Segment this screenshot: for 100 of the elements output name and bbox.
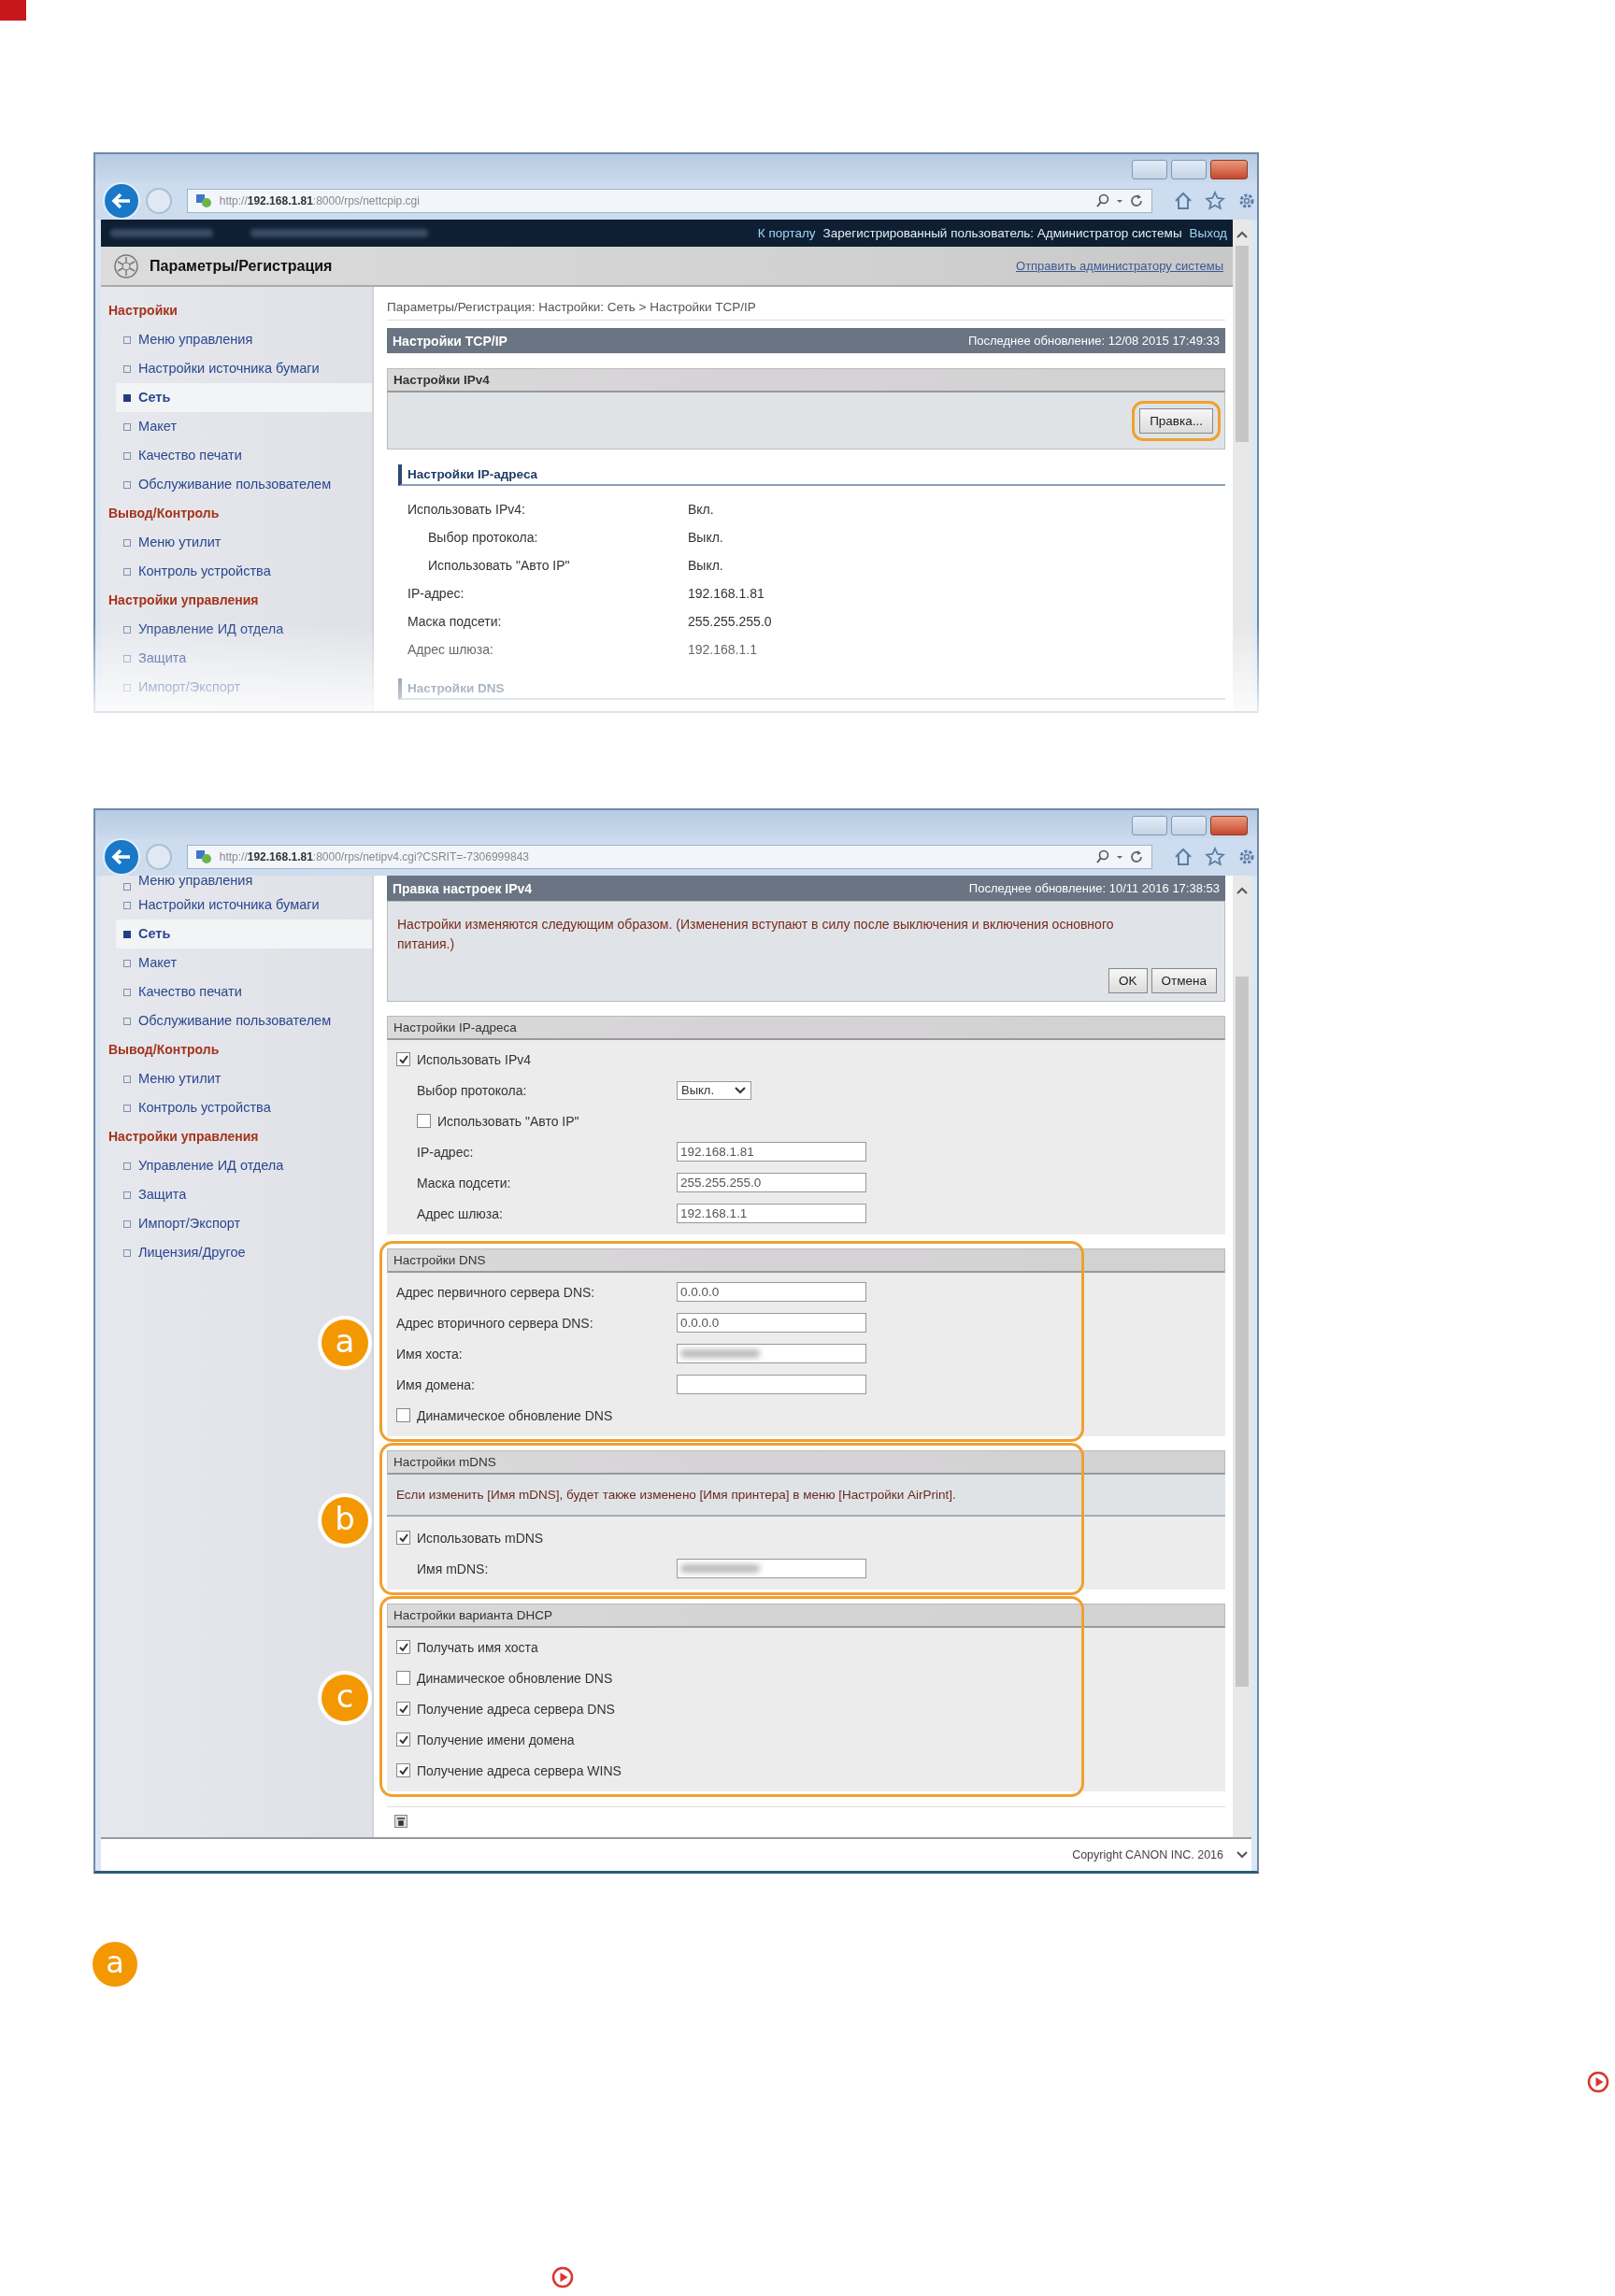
setting-label: Адрес первичного сервера DNS: [396,1284,596,1300]
panel-title: Правка настроек IPv4 [393,880,533,896]
section-heading: Настройки DNS [398,678,1225,700]
refresh-icon[interactable] [1129,193,1144,208]
setting-label: Использовать IPv4: [407,502,526,517]
admin-link[interactable]: Отправить администратору системы [1016,259,1223,273]
dialog-button[interactable]: Отмена [1151,968,1217,993]
checkbox[interactable] [396,1052,410,1066]
setting-value: Вкл. [688,502,714,517]
checkbox[interactable] [396,1640,410,1654]
select-dropdown[interactable]: Выкл. [677,1080,751,1100]
sidebar-item[interactable]: Меню управления [116,325,372,354]
sidebar-item[interactable]: Защита [116,1180,372,1209]
input-field[interactable]: 0.0.0.0 [677,1313,866,1333]
callout-badge: b [322,1496,368,1544]
input-field[interactable] [677,1344,866,1363]
checkbox-label: Использовать IPv4 [417,1051,531,1067]
sidebar-item[interactable]: Качество печати [116,977,372,1006]
setting-label: Выбор протокола: [417,1082,528,1098]
checkbox[interactable] [396,1733,410,1747]
input-field[interactable] [677,1375,866,1394]
back-button[interactable] [103,182,140,220]
input-field[interactable]: 255.255.255.0 [677,1173,866,1192]
url-text: http://192.168.1.81:8000/rps/nettcpip.cgi [219,194,421,207]
close-button[interactable] [1210,160,1248,179]
play-icon[interactable] [551,2266,574,2289]
scrollbar[interactable] [1233,220,1251,711]
scroll-up-icon[interactable] [1236,887,1248,894]
sidebar-item[interactable]: Настройки источника бумаги [116,891,372,920]
sidebar-item[interactable]: Макет [116,412,372,441]
maximize-button[interactable] [1171,816,1207,835]
input-field[interactable]: 192.168.1.1 [677,1204,866,1223]
sidebar-item[interactable]: Обслуживание пользователем [116,470,372,499]
checkbox[interactable] [396,1763,410,1777]
sidebar-item[interactable]: Качество печати [116,441,372,470]
sidebar-item[interactable]: Управление ИД отдела [116,1151,372,1180]
last-updated: Последнее обновление: 10/11 2016 17:38:53 [968,881,1220,895]
back-button[interactable] [103,838,140,876]
page-top-icon[interactable] [394,1815,407,1828]
checkbox[interactable] [396,1671,410,1685]
checkbox[interactable] [396,1408,410,1422]
scroll-down-icon[interactable] [1236,1851,1248,1859]
copyright-text: Copyright CANON INC. 2016 [1072,1848,1223,1861]
maximize-button[interactable] [1171,160,1207,179]
refresh-icon[interactable] [1129,849,1144,864]
edit-button[interactable]: Правка... [1139,407,1213,434]
checkbox[interactable] [417,1114,431,1128]
sidebar-item[interactable]: Меню утилит [116,1064,372,1093]
address-bar[interactable]: http://192.168.1.81:8000/rps/nettcpip.cgi [186,189,1152,213]
checkbox[interactable] [396,1702,410,1716]
setting-label: Имя домена: [396,1376,476,1392]
play-icon[interactable] [1587,2071,1609,2093]
sidebar-heading: Настройки управления [107,592,260,609]
sidebar-item[interactable]: Контроль устройства [116,557,372,586]
sidebar-item[interactable]: Меню утилит [116,528,372,557]
minimize-button[interactable] [1132,160,1167,179]
search-icon[interactable] [1095,193,1110,208]
callout-badge: a [93,1942,137,1987]
arrow-left-icon [110,193,132,209]
setting-label: Маска подсети: [407,614,503,629]
scroll-up-icon[interactable] [1236,231,1248,238]
setting-label: Маска подсети: [417,1175,512,1191]
input-field[interactable]: 192.168.1.81 [677,1142,866,1162]
sidebar-item[interactable]: Управление ИД отдела [116,615,372,644]
checkbox[interactable] [396,1531,410,1545]
caret-icon [734,1085,747,1095]
checkbox-label: Использовать mDNS [417,1530,544,1546]
home-icon[interactable] [1173,847,1193,867]
sidebar-item[interactable]: Настройки источника бумаги [116,354,372,383]
sidebar-item[interactable]: Макет [116,948,372,977]
home-icon[interactable] [1173,191,1193,211]
last-updated: Последнее обновление: 12/08 2015 17:49:33 [967,334,1220,348]
panel-title: Настройки TCP/IP [393,333,507,349]
sidebar-item[interactable]: Сеть [116,383,372,412]
sidebar-heading: Настройки управления [107,1128,260,1146]
sidebar-item[interactable]: Контроль устройства [116,1093,372,1122]
scrollbar[interactable] [1233,876,1251,1837]
setting-label: Адрес шлюза: [407,642,494,657]
setting-label: Имя mDNS: [417,1561,490,1576]
sidebar-item[interactable]: Сеть [116,920,372,948]
star-icon[interactable] [1205,847,1225,867]
top-bar-link[interactable]: К порталу [757,226,816,240]
input-field[interactable]: 0.0.0.0 [677,1282,866,1302]
sidebar-item[interactable]: Лицензия/Другое [116,1238,372,1267]
search-icon[interactable] [1095,849,1110,864]
dialog-button[interactable]: OK [1108,968,1148,993]
address-bar[interactable]: http://192.168.1.81:8000/rps/netipv4.cgi?CSRIT=-7306999843 [186,845,1152,869]
setting-value: 255.255.255.0 [688,614,772,629]
info-note: Если изменить [Имя mDNS], будет также изменено [Имя принтера] в меню [Настройки AirPrint]. [387,1475,1225,1517]
star-icon[interactable] [1205,191,1225,211]
callout-badge: c [322,1674,368,1721]
top-bar-link[interactable]: Выход [1189,226,1227,240]
close-button[interactable] [1210,816,1248,835]
minimize-button[interactable] [1132,816,1167,835]
gear-icon [112,251,140,280]
sidebar-item[interactable]: Обслуживание пользователем [116,1006,372,1035]
sidebar-item[interactable]: Импорт/Экспорт [116,1209,372,1238]
sidebar-item[interactable]: Меню управления [116,876,372,891]
setting-label: Адрес шлюза: [417,1205,504,1221]
input-field[interactable] [677,1559,866,1578]
